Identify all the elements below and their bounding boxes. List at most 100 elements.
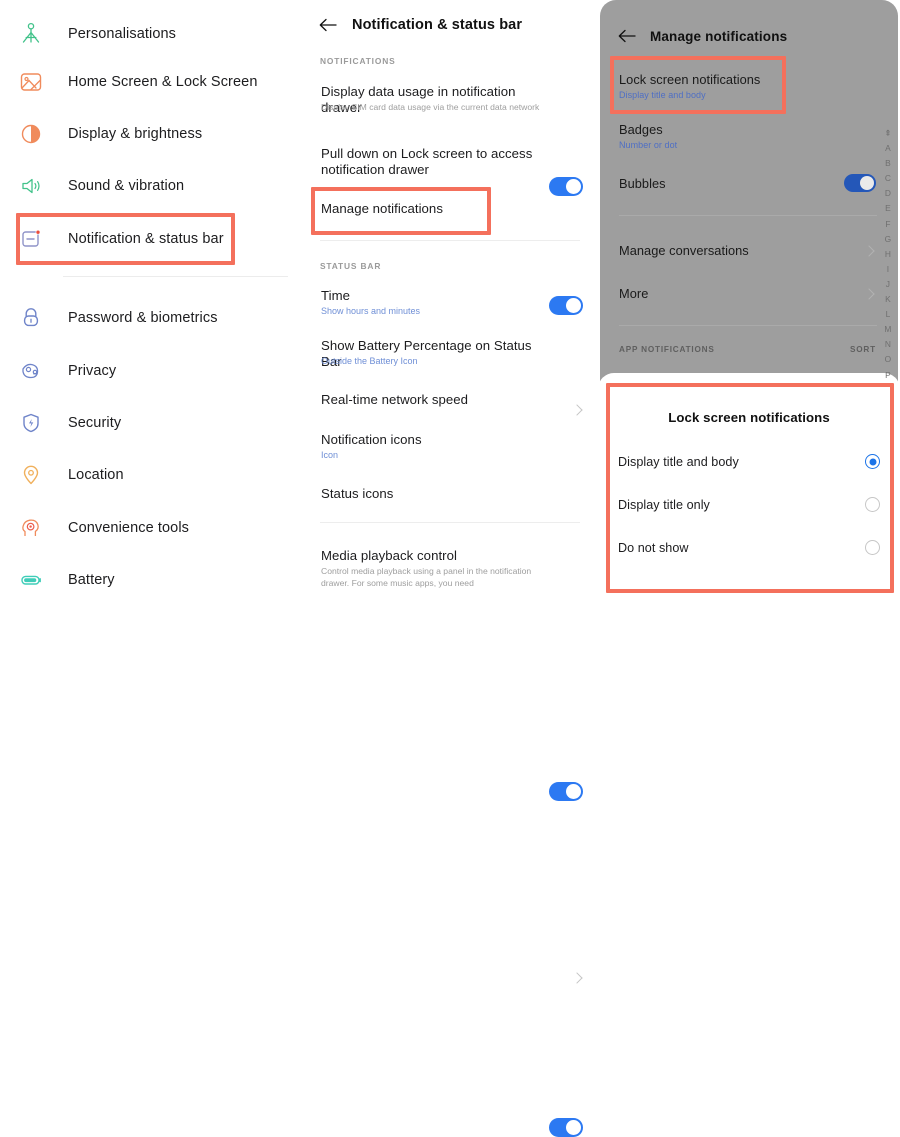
row-title: More (619, 286, 649, 301)
section-header-notifications: NOTIFICATIONS (320, 56, 396, 66)
sidebar-item-sound-vibration[interactable]: Sound & vibration (0, 160, 300, 212)
sidebar-item-label: Battery (68, 572, 115, 588)
back-arrow-icon[interactable] (618, 27, 636, 45)
personalisation-icon (14, 17, 48, 51)
row-subtitle: Display title and body (619, 90, 706, 100)
alpha-index-k[interactable]: K (885, 292, 891, 307)
row-subtitle: Control media playback using a panel in … (321, 566, 532, 588)
row-subtitle: Icon (321, 450, 339, 460)
row-title: Bubbles (619, 176, 666, 191)
alpha-index-j[interactable]: J (886, 277, 890, 292)
option-label: Do not show (618, 541, 689, 555)
row-title: Badges (619, 122, 663, 137)
right-header: Manage notifications (598, 22, 896, 50)
back-arrow-icon[interactable] (319, 16, 337, 34)
page-title: Notification & status bar (352, 17, 523, 33)
sidebar-item-notification-status-bar[interactable]: Notification & status bar (0, 213, 300, 265)
option-label: Display title and body (618, 455, 739, 469)
sidebar-item-password-biometrics[interactable]: Password & biometrics (0, 292, 300, 344)
settings-sidebar: Personalisations Home Screen & Lock Scre… (0, 0, 300, 600)
sidebar-item-label: Notification & status bar (68, 231, 224, 247)
alpha-index-f[interactable]: F (885, 217, 890, 232)
sidebar-item-label: Location (68, 467, 124, 483)
option-display-title-and-body[interactable]: Display title and body (598, 454, 900, 475)
row-subtitle: Outside the Battery Icon (321, 356, 418, 366)
row-subtitle: Number or dot (619, 140, 678, 150)
privacy-eye-icon (14, 354, 48, 388)
row-title: Manage conversations (619, 243, 749, 258)
sidebar-item-label: Home Screen & Lock Screen (68, 74, 258, 90)
page-title: Manage notifications (650, 28, 788, 44)
option-display-title-only[interactable]: Display title only (598, 497, 900, 518)
sidebar-item-label: Display & brightness (68, 126, 203, 142)
row-title: Pull down on Lock screen to access notif… (321, 146, 533, 177)
row-title: Time (321, 288, 351, 303)
drag-handle[interactable] (737, 383, 761, 386)
row-subtitle: Display SIM card data usage via the curr… (321, 102, 540, 112)
shield-icon (14, 406, 48, 440)
row-title: Status icons (321, 486, 394, 501)
sidebar-item-security[interactable]: Security (0, 397, 300, 449)
sidebar-item-label: Privacy (68, 363, 117, 379)
row-subtitle: Show hours and minutes (321, 306, 421, 316)
row-title: Lock screen notifications (619, 72, 761, 87)
alpha-index-c[interactable]: C (885, 171, 891, 186)
alpha-index-h[interactable]: H (885, 247, 891, 262)
row-title: Notification icons (321, 432, 422, 447)
location-pin-icon (14, 458, 48, 492)
sidebar-item-battery[interactable]: Battery (0, 554, 300, 600)
alpha-index-n[interactable]: N (885, 337, 891, 352)
sort-button[interactable]: SORT (850, 345, 876, 354)
toggle-media-playback-control[interactable] (549, 1118, 583, 1137)
speaker-icon (14, 169, 48, 203)
sidebar-item-label: Security (68, 415, 122, 431)
radio-do-not-show[interactable] (865, 540, 880, 555)
alpha-index-i[interactable]: I (887, 262, 890, 277)
chevron-right-icon (863, 245, 875, 257)
alpha-index-d[interactable]: D (885, 186, 891, 201)
middle-divider-2 (320, 522, 580, 523)
alpha-index-m[interactable]: M (884, 322, 891, 337)
convenience-head-icon (14, 511, 48, 545)
sidebar-item-label: Personalisations (68, 26, 176, 42)
sidebar-divider (63, 276, 288, 277)
notification-bar-icon (14, 222, 48, 256)
alpha-index-top[interactable]: ⇞ (884, 126, 891, 141)
section-header-app-notifications: APP NOTIFICATIONS (619, 345, 715, 354)
radio-display-title-and-body[interactable] (865, 454, 880, 469)
chevron-right-icon (571, 972, 583, 984)
toggle-realtime-network-speed[interactable] (549, 782, 583, 801)
alpha-index-p[interactable]: P (885, 368, 891, 383)
alpha-index-o[interactable]: O (885, 352, 892, 367)
radio-display-title-only[interactable] (865, 497, 880, 512)
section-header-status-bar: STATUS BAR (320, 261, 382, 271)
toggle-display-data-usage[interactable] (549, 177, 583, 196)
dialog-title: Lock screen notifications (668, 410, 830, 425)
sidebar-item-convenience-tools[interactable]: Convenience tools (0, 502, 300, 554)
sidebar-item-personalisations[interactable]: Personalisations (0, 8, 300, 60)
sidebar-item-home-screen-lock-screen[interactable]: Home Screen & Lock Screen (0, 56, 300, 108)
middle-divider-1 (320, 240, 580, 241)
toggle-pull-down-lock-screen[interactable] (549, 296, 583, 315)
sidebar-item-display-brightness[interactable]: Display & brightness (0, 108, 300, 160)
lock-icon (14, 301, 48, 335)
sidebar-item-label: Sound & vibration (68, 178, 185, 194)
right-divider-1 (619, 215, 877, 216)
toggle-bubbles[interactable] (844, 174, 876, 192)
brightness-icon (14, 117, 48, 151)
option-do-not-show[interactable]: Do not show (598, 540, 900, 561)
option-label: Display title only (618, 498, 710, 512)
alpha-index-b[interactable]: B (885, 156, 891, 171)
alpha-index-g[interactable]: G (885, 232, 892, 247)
alpha-index-e[interactable]: E (885, 201, 891, 216)
sidebar-item-privacy[interactable]: Privacy (0, 345, 300, 397)
middle-header: Notification & status bar (300, 8, 598, 42)
sidebar-item-label: Password & biometrics (68, 310, 218, 326)
row-title: Media playback control (321, 548, 457, 563)
alpha-index-a[interactable]: A (885, 141, 891, 156)
alpha-index-l[interactable]: L (886, 307, 891, 322)
chevron-right-icon (863, 288, 875, 300)
chevron-right-icon (571, 404, 583, 416)
alphabet-index-scroller[interactable]: ⇞ A B C D E F G H I J K L M N O P (879, 126, 897, 383)
sidebar-item-location[interactable]: Location (0, 449, 300, 501)
